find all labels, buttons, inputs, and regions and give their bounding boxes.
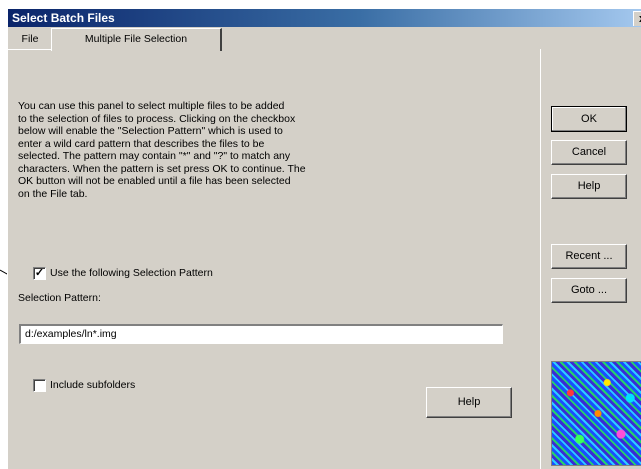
include-subfolders-label: Include subfolders bbox=[50, 379, 136, 391]
recent-button[interactable]: Recent ... bbox=[551, 244, 627, 269]
selection-pattern-label: Selection Pattern: bbox=[18, 292, 101, 304]
tab-file[interactable]: File bbox=[12, 30, 48, 49]
use-pattern-checkbox[interactable]: ✓ bbox=[33, 267, 46, 280]
image-thumbnail bbox=[551, 361, 641, 466]
selection-pattern-input[interactable]: d:/examples/ln*.img bbox=[19, 324, 503, 344]
select-batch-files-dialog: Select Batch Files x File Multiple File … bbox=[7, 8, 641, 469]
ok-button[interactable]: OK bbox=[551, 106, 627, 132]
include-subfolders-checkbox[interactable] bbox=[33, 379, 46, 392]
side-help-button[interactable]: Help bbox=[551, 174, 627, 199]
use-pattern-label: Use the following Selection Pattern bbox=[50, 267, 213, 279]
title-bar: Select Batch Files x bbox=[8, 9, 641, 27]
help-button[interactable]: Help bbox=[426, 387, 512, 418]
tab-multiple-file-selection[interactable]: Multiple File Selection bbox=[51, 28, 222, 51]
cancel-button[interactable]: Cancel bbox=[551, 140, 627, 165]
window-title: Select Batch Files bbox=[12, 11, 115, 25]
goto-button[interactable]: Goto ... bbox=[551, 278, 627, 303]
panel-description: You can use this panel to select multipl… bbox=[18, 100, 306, 200]
tab-divider bbox=[8, 49, 52, 50]
close-icon[interactable]: x bbox=[633, 11, 641, 26]
panel-edge bbox=[540, 49, 541, 469]
